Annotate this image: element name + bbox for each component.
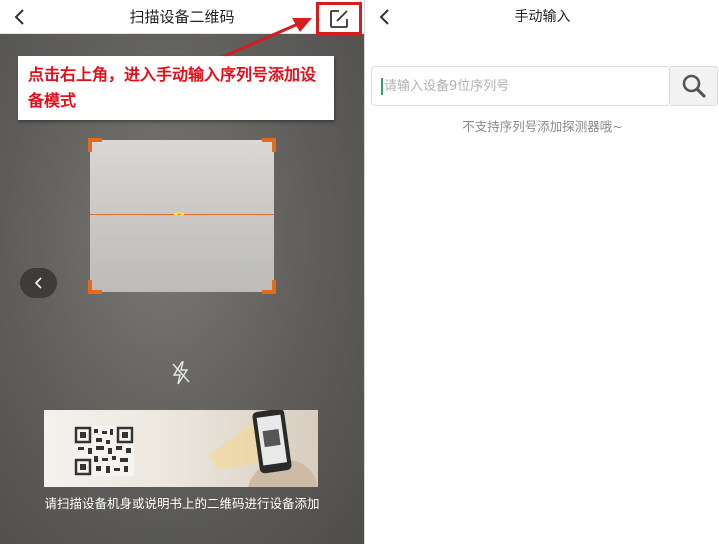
scan-frame [88,138,276,294]
flash-off-icon[interactable] [170,360,192,386]
scan-dot [174,212,178,216]
search-button[interactable] [670,66,718,106]
scan-header: 扫描设备二维码 [0,0,364,34]
serial-number-input[interactable] [380,67,666,105]
scan-panel: 扫描设备二维码 点击右上角，进入手动输入序列号添加设备模式 请扫描设备机身或说明… [0,0,364,544]
callout-text: 点击右上角，进入手动输入序列号添加设备模式 [28,65,317,110]
scan-corner [88,280,102,294]
instruction-callout: 点击右上角，进入手动输入序列号添加设备模式 [18,56,334,120]
serial-search-box [371,66,670,106]
unsupported-hint: 不支持序列号添加探测器哦~ [462,119,623,134]
manual-input-button[interactable] [316,2,362,35]
manual-input-panel: 手动输入 不支持序列号添加探测器哦~ [364,0,719,544]
qr-code-icon [74,426,134,476]
chevron-left-icon [34,277,42,289]
manual-header: 手动输入 [365,0,719,34]
side-back-button[interactable] [20,268,57,298]
phone-icon [208,410,318,487]
scan-guide-image [44,410,318,487]
scan-corner [88,138,102,152]
scan-corner [262,138,276,152]
search-icon [682,74,706,98]
page-title: 手动输入 [514,9,571,25]
scan-guide-text: 请扫描设备机身或说明书上的二维码进行设备添加 [44,496,320,511]
scan-corner [262,280,276,294]
page-title: 扫描设备二维码 [129,8,235,26]
scan-dot [180,212,184,216]
screen: 扫描设备二维码 点击右上角，进入手动输入序列号添加设备模式 请扫描设备机身或说明… [0,0,719,544]
edit-square-icon [330,9,348,28]
